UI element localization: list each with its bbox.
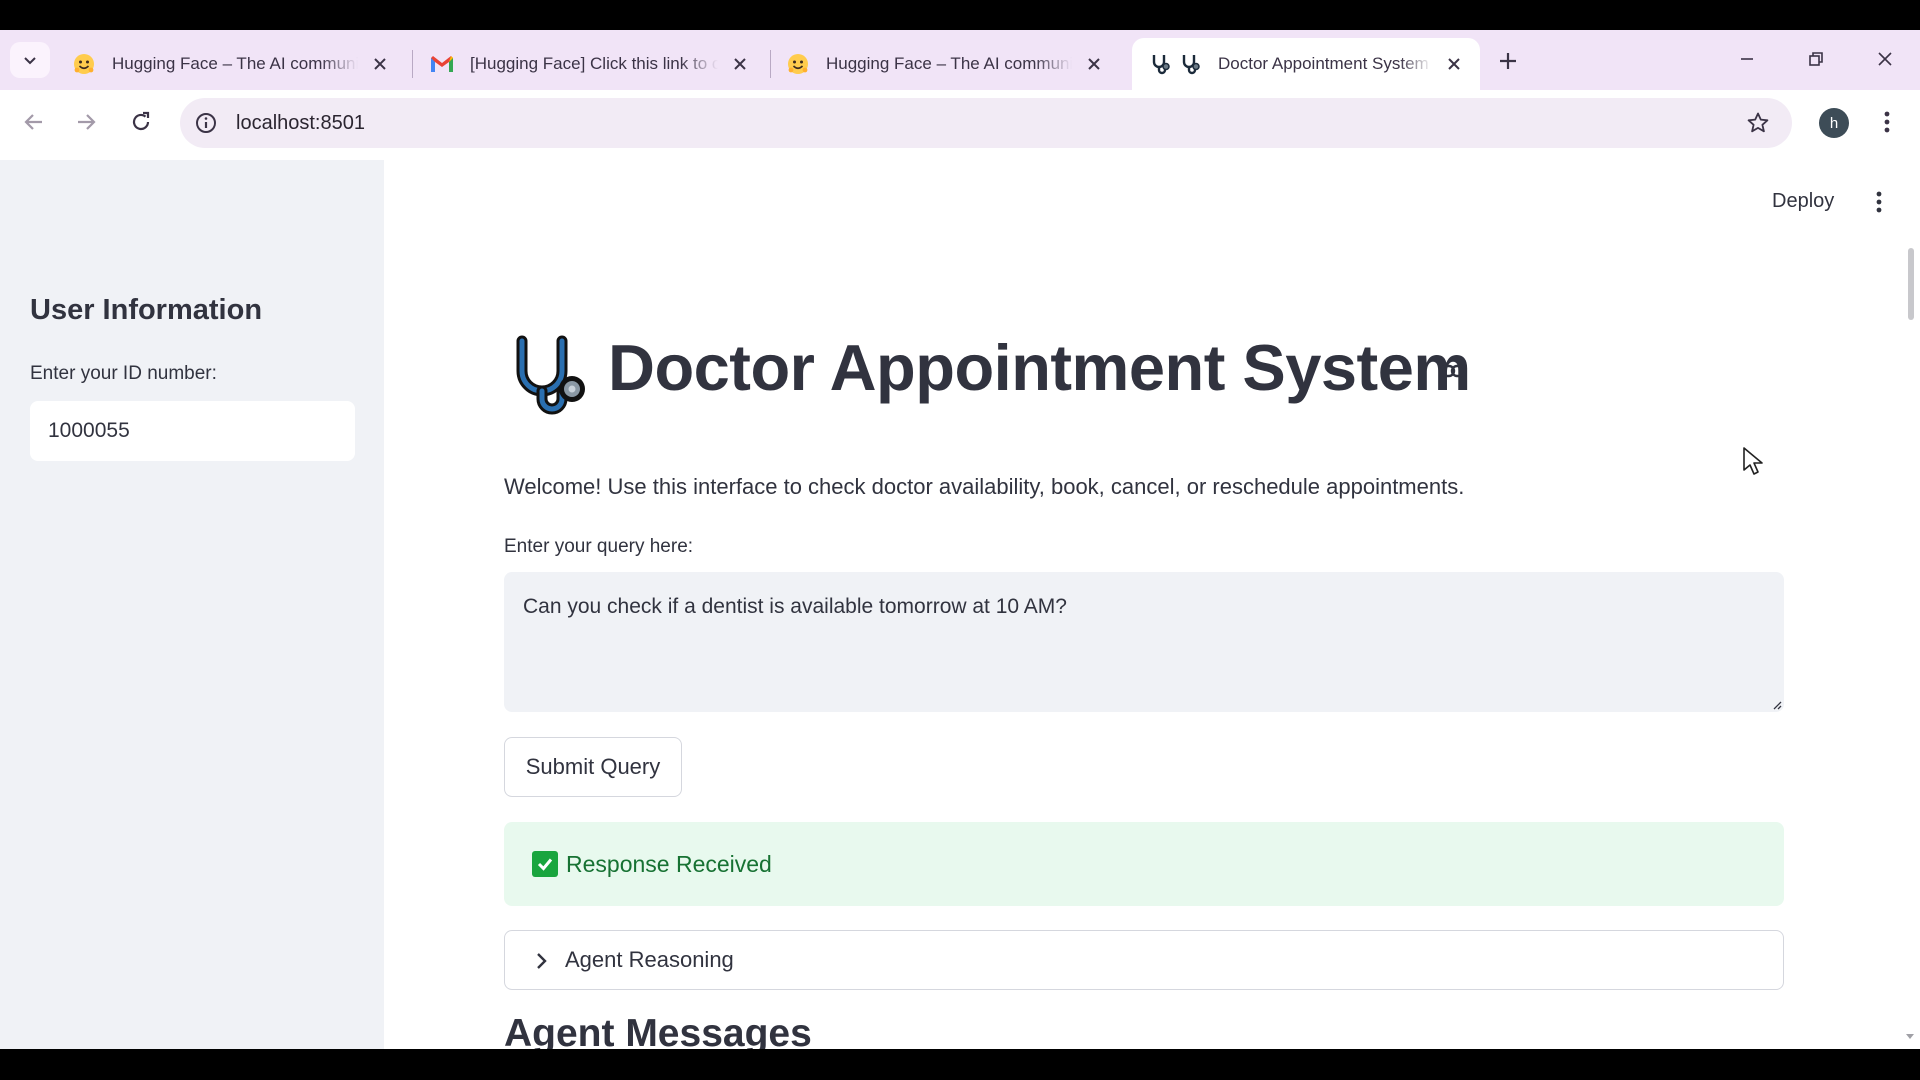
tab-title: Hugging Face – The AI community building… bbox=[112, 54, 358, 73]
reload-icon bbox=[132, 111, 150, 131]
expander-label: Agent Reasoning bbox=[565, 947, 734, 972]
kebab-menu-icon bbox=[1876, 191, 1882, 213]
query-label: Enter your query here: bbox=[504, 536, 694, 557]
close-icon[interactable] bbox=[1082, 52, 1106, 76]
browser-tab-strip: Hugging Face – The AI community building… bbox=[0, 30, 1920, 90]
stethoscope-icon bbox=[516, 335, 585, 415]
arrow-right-icon bbox=[78, 114, 96, 130]
agent-messages-heading: Agent Messages bbox=[504, 1012, 812, 1049]
success-alert: Response Received bbox=[504, 822, 1784, 906]
browser-tab-4-active[interactable]: Doctor Appointment System bbox=[1132, 38, 1480, 90]
id-number-input[interactable] bbox=[30, 401, 355, 461]
profile-initial: h bbox=[1829, 114, 1839, 132]
address-bar[interactable]: localhost:8501 bbox=[180, 98, 1792, 148]
agent-reasoning-expander[interactable]: Agent Reasoning bbox=[504, 930, 1784, 990]
site-info-icon[interactable] bbox=[194, 111, 218, 135]
browser-tab-2[interactable]: [Hugging Face] Click this link to confir… bbox=[414, 38, 766, 90]
stethoscope-icon bbox=[1148, 52, 1172, 76]
close-icon[interactable] bbox=[1442, 52, 1466, 76]
kebab-menu-icon bbox=[1884, 111, 1890, 133]
forward-button[interactable] bbox=[66, 102, 106, 142]
app-menu-button[interactable] bbox=[1864, 184, 1894, 220]
deploy-button[interactable]: Deploy bbox=[1764, 184, 1842, 219]
browser-tab-3[interactable]: Hugging Face – The AI community building… bbox=[770, 38, 1120, 90]
plus-icon bbox=[1500, 53, 1516, 69]
reload-button[interactable] bbox=[121, 102, 161, 142]
browser-tab-1[interactable]: Hugging Face – The AI community building… bbox=[56, 38, 406, 90]
back-button[interactable] bbox=[14, 102, 54, 142]
stethoscope-icon bbox=[1178, 52, 1202, 76]
sidebar: User Information Enter your ID number: bbox=[0, 160, 384, 1049]
close-icon[interactable] bbox=[728, 52, 752, 76]
tab-separator bbox=[412, 50, 413, 78]
url-text[interactable]: localhost:8501 bbox=[236, 98, 365, 148]
scroll-down-arrow-icon[interactable] bbox=[1904, 1032, 1916, 1042]
tab-title: Hugging Face – The AI community building… bbox=[826, 54, 1072, 73]
mouse-cursor-icon bbox=[1743, 447, 1763, 475]
close-icon bbox=[1878, 52, 1892, 66]
minimize-icon bbox=[1741, 58, 1753, 60]
restore-button[interactable] bbox=[1793, 40, 1839, 78]
submit-query-button[interactable]: Submit Query bbox=[504, 737, 682, 797]
close-icon[interactable] bbox=[368, 52, 392, 76]
welcome-text: Welcome! Use this interface to check doc… bbox=[504, 474, 1465, 499]
tab-title: Doctor Appointment System bbox=[1218, 54, 1429, 73]
link-icon[interactable] bbox=[1438, 356, 1468, 386]
minimize-button[interactable] bbox=[1724, 40, 1770, 78]
query-textarea[interactable]: Can you check if a dentist is available … bbox=[504, 572, 1784, 712]
success-message: Response Received bbox=[566, 851, 772, 877]
browser-menu-button[interactable] bbox=[1872, 104, 1902, 140]
profile-avatar[interactable]: h bbox=[1819, 108, 1849, 138]
chevron-down-icon bbox=[24, 57, 36, 65]
gmail-icon bbox=[430, 52, 454, 76]
page-title: Doctor Appointment System bbox=[608, 331, 1471, 404]
tab-search-button[interactable] bbox=[10, 42, 50, 78]
hugging-face-icon bbox=[72, 52, 96, 76]
scrollbar-thumb[interactable] bbox=[1908, 248, 1914, 320]
arrow-left-icon bbox=[24, 114, 42, 130]
streamlit-app: User Information Enter your ID number: D… bbox=[0, 160, 1920, 1049]
close-window-button[interactable] bbox=[1862, 40, 1908, 78]
resize-grip-icon[interactable] bbox=[1772, 700, 1782, 710]
sidebar-heading: User Information bbox=[30, 294, 263, 326]
chevron-right-icon bbox=[537, 953, 547, 969]
id-number-label: Enter your ID number: bbox=[30, 363, 217, 384]
tab-title: [Hugging Face] Click this link to confir… bbox=[470, 54, 718, 73]
main-content: Deploy Doctor Appointment System Welcome… bbox=[384, 160, 1920, 1049]
bookmark-star-icon[interactable] bbox=[1746, 111, 1770, 135]
new-tab-button[interactable] bbox=[1492, 45, 1524, 77]
restore-icon bbox=[1809, 52, 1823, 66]
screen: Hugging Face – The AI community building… bbox=[0, 30, 1920, 1049]
hugging-face-icon bbox=[786, 52, 810, 76]
check-mark-icon bbox=[532, 851, 558, 877]
